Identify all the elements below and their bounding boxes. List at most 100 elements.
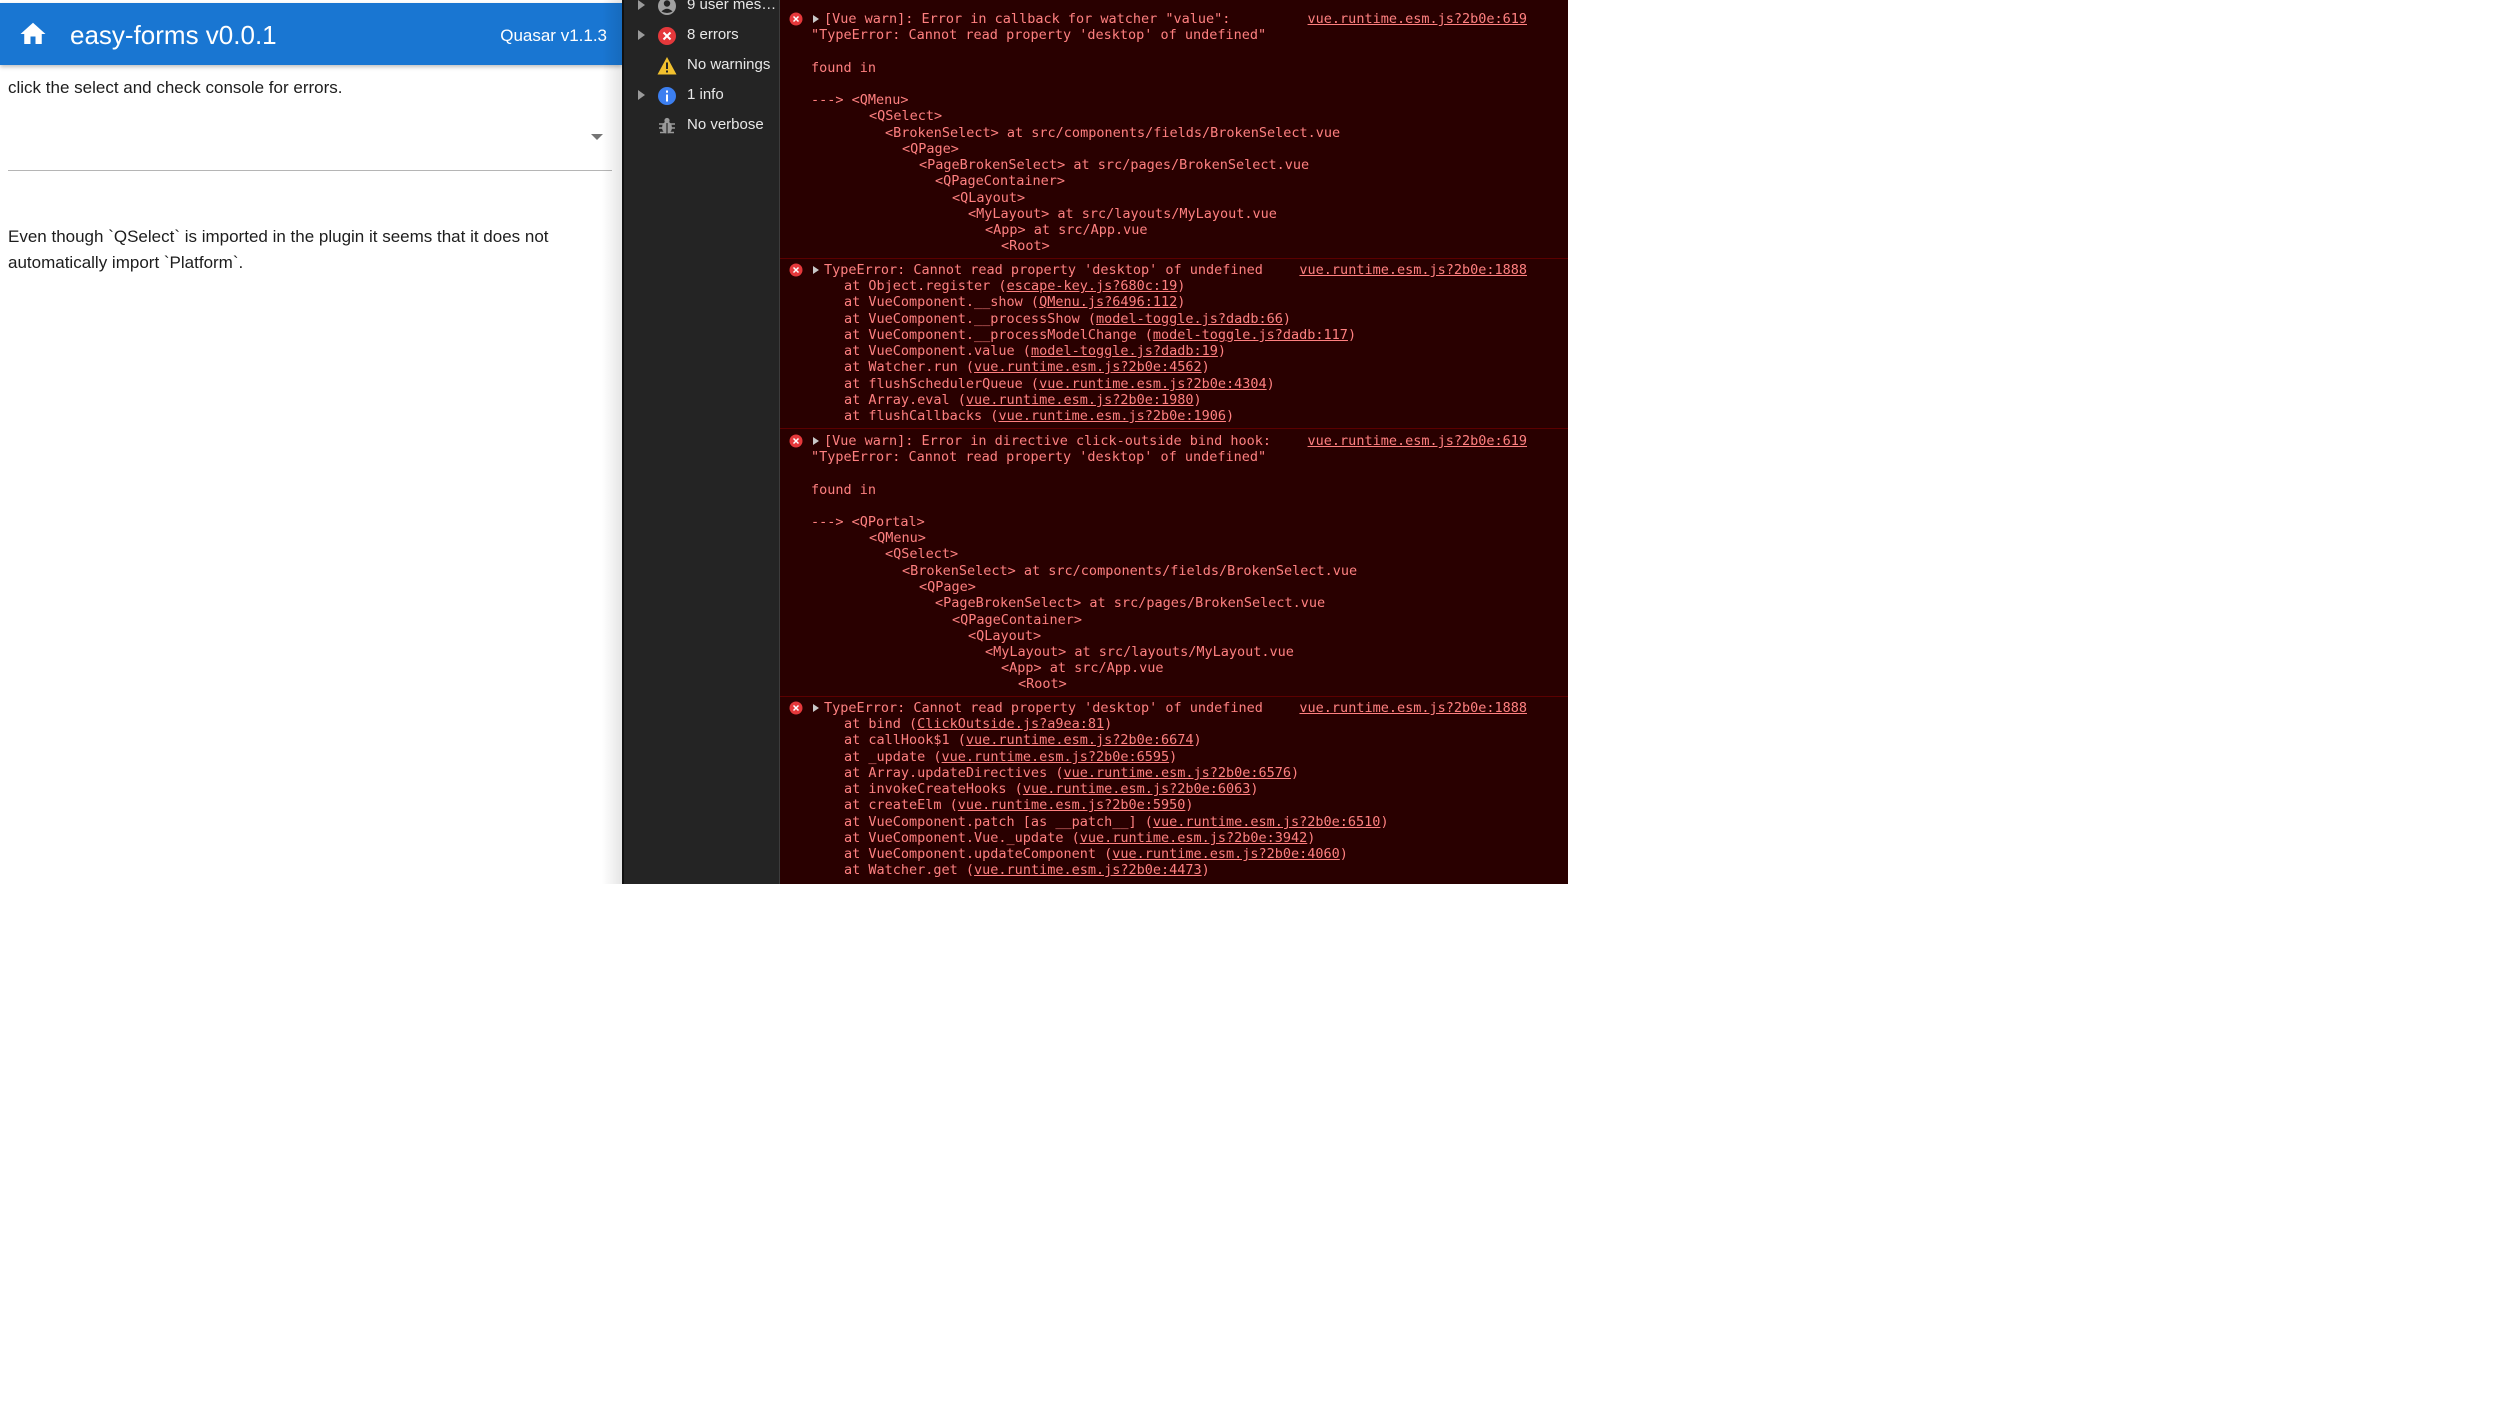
broken-select[interactable] [8, 112, 612, 171]
source-link[interactable]: vue.runtime.esm.js?2b0e:619 [1308, 433, 1527, 449]
note-text: Even though `QSelect` is imported in the… [8, 227, 549, 272]
component-trace-line: <App> at src/App.vue [1001, 660, 1164, 676]
component-trace-line: <BrokenSelect> at src/components/fields/… [885, 125, 1341, 141]
console-sidebar: 9 user mes… 8 errors No warnings 1 info [622, 0, 779, 884]
sidebar-item-warnings[interactable]: No warnings [624, 51, 781, 81]
sidebar-item-label: No verbose [687, 116, 764, 133]
console-message[interactable]: [Vue warn]: Error in callback for watche… [780, 0, 1568, 259]
component-trace-line: <QPageContainer> [935, 173, 1066, 189]
stack-link[interactable]: vue.runtime.esm.js?2b0e:4473 [974, 862, 1202, 878]
stack-link[interactable]: vue.runtime.esm.js?2b0e:6063 [1023, 781, 1251, 797]
component-trace-line: ---> <QPortal> [811, 514, 925, 530]
panel-shadow [602, 0, 622, 884]
component-trace-line: <App> at src/App.vue [985, 222, 1148, 238]
stack-frame: at VueComponent.__processShow (model-tog… [844, 311, 1292, 327]
error-icon [658, 27, 676, 45]
component-trace-line: <Root> [1018, 676, 1067, 692]
stack-link[interactable]: vue.runtime.esm.js?2b0e:4060 [1112, 846, 1340, 862]
stack-link[interactable]: vue.runtime.esm.js?2b0e:6595 [942, 749, 1170, 765]
component-trace-line: <PageBrokenSelect> at src/pages/BrokenSe… [919, 157, 1310, 173]
stack-link[interactable]: vue.runtime.esm.js?2b0e:6674 [966, 732, 1194, 748]
user-icon [658, 0, 676, 15]
sidebar-item-errors[interactable]: 8 errors [624, 21, 781, 51]
stack-frame: at VueComponent.patch [as __patch__] (vu… [844, 814, 1389, 830]
expand-arrow-icon[interactable] [813, 437, 819, 445]
source-link[interactable]: vue.runtime.esm.js?2b0e:1888 [1299, 700, 1527, 716]
sidebar-item-label: No warnings [687, 56, 771, 73]
stack-frame: at Object.register (escape-key.js?680c:1… [844, 278, 1186, 294]
component-trace-line: <PageBrokenSelect> at src/pages/BrokenSe… [935, 595, 1326, 611]
expand-arrow-icon[interactable] [813, 266, 819, 274]
expand-arrow-icon[interactable] [638, 30, 645, 40]
stack-link[interactable]: vue.runtime.esm.js?2b0e:6510 [1153, 814, 1381, 830]
stack-frame: at VueComponent.updateComponent (vue.run… [844, 846, 1348, 862]
message-text: "TypeError: Cannot read property 'deskto… [811, 27, 1267, 43]
component-trace-line: <MyLayout> at src/layouts/MyLayout.vue [985, 644, 1294, 660]
sidebar-item-verbose[interactable]: No verbose [624, 111, 781, 141]
console-message[interactable]: TypeError: Cannot read property 'desktop… [780, 258, 1568, 429]
component-trace-line: <MyLayout> at src/layouts/MyLayout.vue [968, 206, 1277, 222]
stack-frame: at VueComponent.__processModelChange (mo… [844, 327, 1357, 343]
home-button[interactable] [18, 19, 48, 49]
component-trace-line: <QPage> [919, 579, 976, 595]
message-text: TypeError: Cannot read property 'desktop… [824, 262, 1263, 278]
sidebar-item-info[interactable]: 1 info [624, 81, 781, 111]
intro-text: click the select and check console for e… [8, 78, 343, 97]
message-text: TypeError: Cannot read property 'desktop… [824, 700, 1263, 716]
stack-link[interactable]: model-toggle.js?dadb:19 [1031, 343, 1218, 359]
component-trace-line: <QSelect> [885, 546, 959, 562]
info-icon [658, 87, 676, 105]
expand-arrow-icon[interactable] [813, 704, 819, 712]
expand-arrow-icon[interactable] [638, 90, 645, 100]
stack-link[interactable]: vue.runtime.esm.js?2b0e:4562 [974, 359, 1202, 375]
error-icon [789, 434, 803, 448]
component-trace-line: <BrokenSelect> at src/components/fields/… [902, 563, 1358, 579]
component-trace-line: <QPageContainer> [952, 612, 1083, 628]
stack-frame: at _update (vue.runtime.esm.js?2b0e:6595… [844, 749, 1178, 765]
component-trace-line: <QLayout> [952, 190, 1026, 206]
stack-link[interactable]: ClickOutside.js?a9ea:81 [917, 716, 1104, 732]
sidebar-item-label: 8 errors [687, 26, 739, 43]
sidebar-item-label: 1 info [687, 86, 724, 103]
stack-frame: at Array.updateDirectives (vue.runtime.e… [844, 765, 1300, 781]
stack-frame: at VueComponent.value (model-toggle.js?d… [844, 343, 1227, 359]
stack-link[interactable]: vue.runtime.esm.js?2b0e:6576 [1063, 765, 1291, 781]
stack-frame: at flushCallbacks (vue.runtime.esm.js?2b… [844, 408, 1235, 424]
message-text: "TypeError: Cannot read property 'deskto… [811, 449, 1267, 465]
bug-icon [659, 117, 675, 134]
console-message[interactable]: [Vue warn]: Error in directive click-out… [780, 428, 1568, 697]
stack-frame: at Watcher.get (vue.runtime.esm.js?2b0e:… [844, 862, 1210, 878]
stack-link[interactable]: vue.runtime.esm.js?2b0e:1906 [998, 408, 1226, 424]
stack-link[interactable]: QMenu.js?6496:112 [1039, 294, 1177, 310]
stack-frame: at createElm (vue.runtime.esm.js?2b0e:59… [844, 797, 1194, 813]
sidebar-item-user-messages[interactable]: 9 user mes… [624, 0, 781, 21]
stack-link[interactable]: vue.runtime.esm.js?2b0e:3942 [1080, 830, 1308, 846]
expand-arrow-icon[interactable] [638, 0, 645, 10]
stack-frame: at Watcher.run (vue.runtime.esm.js?2b0e:… [844, 359, 1210, 375]
stack-frame: at bind (ClickOutside.js?a9ea:81) [844, 716, 1113, 732]
stack-frame: at callHook$1 (vue.runtime.esm.js?2b0e:6… [844, 732, 1202, 748]
app-window: easy-forms v0.0.1 Quasar v1.1.3 click th… [0, 0, 622, 884]
stack-link[interactable]: vue.runtime.esm.js?2b0e:5950 [958, 797, 1186, 813]
warning-icon [657, 57, 677, 75]
stack-frame: at flushSchedulerQueue (vue.runtime.esm.… [844, 376, 1275, 392]
console-log: [Vue warn]: Error in callback for watche… [779, 0, 1568, 884]
home-icon [20, 22, 46, 44]
stack-link[interactable]: model-toggle.js?dadb:66 [1096, 311, 1283, 327]
stack-link[interactable]: vue.runtime.esm.js?2b0e:4304 [1039, 376, 1267, 392]
app-header: easy-forms v0.0.1 Quasar v1.1.3 [0, 3, 622, 65]
message-text: found in [811, 482, 877, 498]
message-text: [Vue warn]: Error in directive click-out… [824, 433, 1272, 449]
component-trace-line: <QPage> [902, 141, 959, 157]
expand-arrow-icon[interactable] [813, 15, 819, 23]
stack-frame: at Array.eval (vue.runtime.esm.js?2b0e:1… [844, 392, 1202, 408]
error-icon [789, 701, 803, 715]
console-message[interactable]: TypeError: Cannot read property 'desktop… [780, 696, 1568, 884]
error-icon [789, 263, 803, 277]
stack-link[interactable]: escape-key.js?680c:19 [1007, 278, 1178, 294]
stack-link[interactable]: vue.runtime.esm.js?2b0e:1980 [966, 392, 1194, 408]
stack-frame: at VueComponent.__show (QMenu.js?6496:11… [844, 294, 1186, 310]
source-link[interactable]: vue.runtime.esm.js?2b0e:1888 [1299, 262, 1527, 278]
source-link[interactable]: vue.runtime.esm.js?2b0e:619 [1308, 11, 1527, 27]
stack-link[interactable]: model-toggle.js?dadb:117 [1153, 327, 1348, 343]
